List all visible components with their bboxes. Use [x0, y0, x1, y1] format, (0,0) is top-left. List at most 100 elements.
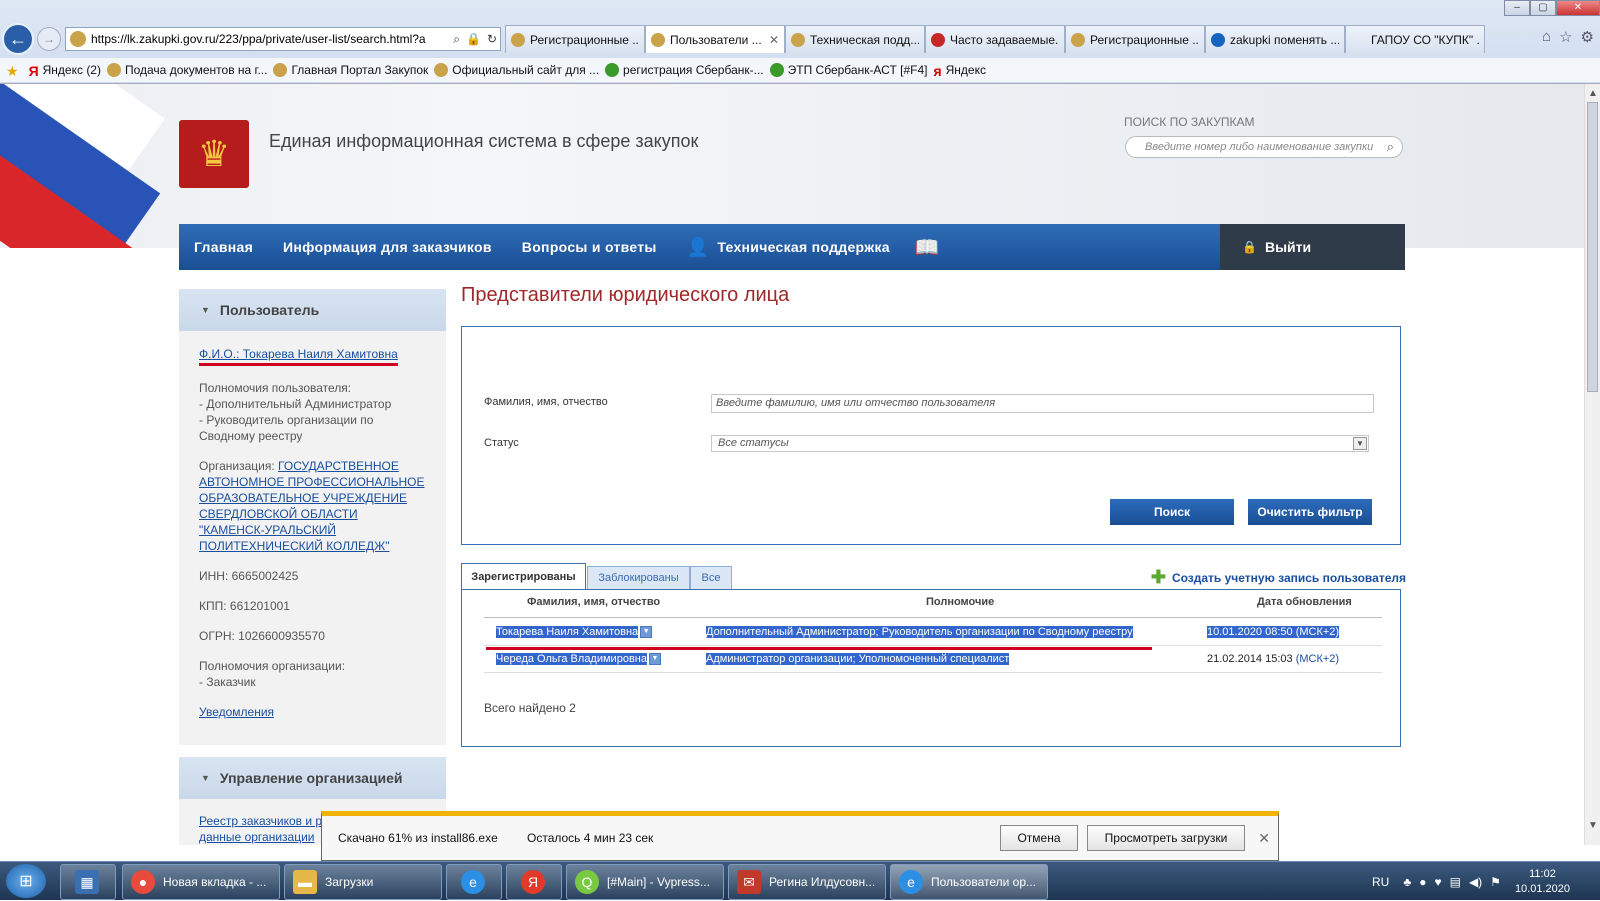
- org-power-item: - Заказчик: [199, 675, 256, 689]
- tab-all[interactable]: Все: [690, 566, 732, 590]
- nav-home[interactable]: Главная: [179, 239, 268, 255]
- settings-gear-icon[interactable]: ⚙: [1581, 28, 1594, 46]
- create-user-link[interactable]: ✚ Создать учетную запись пользователя: [1151, 567, 1406, 588]
- organization-data-link[interactable]: данные организации: [199, 830, 314, 844]
- tray-app-icon[interactable]: ♣: [1403, 875, 1411, 889]
- cancel-download-button[interactable]: Отмена: [1000, 825, 1078, 851]
- favorites-star-icon[interactable]: ☆: [1559, 28, 1572, 46]
- favorite-link[interactable]: регистрация Сбербанк-...: [605, 63, 764, 77]
- dropdown-arrow-icon[interactable]: ▼: [1353, 437, 1367, 450]
- taskbar-item[interactable]: Я: [506, 864, 562, 900]
- fio-filter-input[interactable]: Введите фамилию, имя или отчество пользо…: [711, 394, 1374, 413]
- purchase-search-input[interactable]: Введите номер либо наименование закупки ⌕: [1125, 136, 1403, 158]
- taskbar-pinned-item[interactable]: ▦: [60, 864, 116, 900]
- status-filter-label: Статус: [484, 437, 519, 449]
- taskbar-item[interactable]: ● Новая вкладка - ...: [122, 864, 280, 900]
- bing-icon: [1211, 32, 1225, 47]
- org-management-header[interactable]: ▼ Управление организацией: [179, 757, 446, 799]
- volume-icon[interactable]: ◀): [1469, 875, 1482, 889]
- favorite-link[interactable]: Подача документов на г...: [106, 63, 267, 77]
- browser-tab-active[interactable]: Пользователи ... ✕: [645, 25, 785, 53]
- status-filter-select[interactable]: Все статусы ▼: [711, 435, 1369, 452]
- refresh-icon[interactable]: ↻: [484, 32, 500, 46]
- user-fio-link[interactable]: Ф.И.О.: Токарева Наиля Хамитовна: [199, 346, 398, 366]
- tab-blocked[interactable]: Заблокированы: [587, 566, 690, 590]
- logout-button[interactable]: 🔒 Выйти: [1220, 224, 1405, 270]
- search-icon[interactable]: ⌕: [1387, 139, 1394, 155]
- taskbar-item-active[interactable]: e Пользователи ор...: [890, 864, 1048, 900]
- clock-time: 11:02: [1529, 867, 1556, 880]
- taskbar-item[interactable]: ▬ Загрузки: [284, 864, 442, 900]
- search-button[interactable]: Поиск: [1110, 499, 1234, 525]
- browser-tab[interactable]: ГАПОУ СО "КУПК" ...: [1345, 25, 1485, 53]
- minimize-button[interactable]: –: [1504, 0, 1530, 16]
- coat-of-arms-logo[interactable]: ♛: [179, 120, 249, 188]
- clear-filter-button[interactable]: Очистить фильтр: [1248, 499, 1372, 525]
- favorite-link[interactable]: Главная Портал Закупок: [273, 63, 428, 77]
- close-icon[interactable]: ✕: [1258, 830, 1270, 847]
- favorite-label: Яндекс (2): [42, 63, 101, 77]
- favorite-link[interactable]: Я Яндекс (2): [29, 63, 101, 79]
- nav-qa[interactable]: Вопросы и ответы: [507, 239, 672, 255]
- browser-tab[interactable]: Регистрационные ...: [1065, 25, 1205, 53]
- clock[interactable]: 11:02 10.01.2020: [1515, 867, 1570, 897]
- maximize-button[interactable]: ▢: [1530, 0, 1556, 16]
- url-text[interactable]: https://lk.zakupki.gov.ru/223/ppa/privat…: [91, 32, 450, 46]
- scroll-down-icon[interactable]: ▼: [1588, 820, 1598, 831]
- browser-tab[interactable]: Регистрационные ...: [505, 25, 645, 53]
- emblem-icon: [273, 63, 288, 77]
- search-icon[interactable]: ⌕: [450, 32, 463, 47]
- user-name[interactable]: Череда Ольга Владимировна: [496, 653, 647, 665]
- address-bar[interactable]: https://lk.zakupki.gov.ru/223/ppa/privat…: [65, 27, 501, 51]
- user-panel-body: Ф.И.О.: Токарева Наиля Хамитовна Полномо…: [179, 331, 446, 720]
- taskbar-item[interactable]: Q [#Main] - Vypress...: [566, 864, 724, 900]
- tray-app-icon[interactable]: ♥: [1434, 875, 1441, 889]
- user-name[interactable]: Токарева Наиля Хамитовна: [496, 626, 639, 638]
- search-placeholder: Введите номер либо наименование закупки: [1145, 141, 1374, 153]
- user-name-cell[interactable]: Токарева Наиля Хамитовна ▼: [496, 626, 653, 639]
- user-panel-header[interactable]: ▼ Пользователь: [179, 289, 446, 331]
- user-powers: Полномочия пользователя: - Дополнительны…: [199, 380, 426, 444]
- taskbar-item[interactable]: ✉ Регина Илдусовн...: [728, 864, 886, 900]
- lock-icon[interactable]: 🔒: [463, 32, 484, 46]
- close-tab-icon[interactable]: ✕: [769, 33, 779, 47]
- favorites-add-icon[interactable]: ★: [6, 63, 23, 79]
- view-downloads-button[interactable]: Просмотреть загрузки: [1087, 825, 1245, 851]
- row-menu-dropdown-icon[interactable]: ▼: [648, 653, 661, 666]
- network-icon[interactable]: ▤: [1450, 875, 1461, 889]
- table-row[interactable]: Череда Ольга Владимировна ▼ Администратор…: [484, 646, 1382, 673]
- row-menu-dropdown-icon[interactable]: ▼: [640, 626, 653, 639]
- nav-tech-support[interactable]: 👤 Техническая поддержка: [672, 237, 905, 258]
- browser-tab[interactable]: Часто задаваемые...: [925, 25, 1065, 53]
- favorite-link[interactable]: Официальный сайт для ...: [434, 63, 599, 77]
- vertical-scrollbar[interactable]: ▲ ▼: [1584, 84, 1600, 845]
- table-row[interactable]: Токарева Наиля Хамитовна ▼ Дополнительный…: [484, 619, 1382, 646]
- book-search-icon[interactable]: 📖: [915, 235, 940, 260]
- close-window-button[interactable]: ✕: [1556, 0, 1600, 16]
- tray-skype-icon[interactable]: ●: [1419, 875, 1426, 889]
- organization-link[interactable]: ГОСУДАРСТВЕННОЕ АВТОНОМНОЕ ПРОФЕССИОНАЛЬ…: [199, 459, 424, 553]
- favorite-link[interactable]: я Яндекс: [933, 63, 986, 79]
- user-name-cell[interactable]: Череда Ольга Владимировна ▼: [496, 653, 661, 666]
- taskbar-item[interactable]: e: [446, 864, 502, 900]
- scroll-thumb[interactable]: [1587, 102, 1598, 392]
- home-icon[interactable]: ⌂: [1542, 28, 1551, 46]
- notifications-link[interactable]: Уведомления: [199, 705, 274, 719]
- browser-tab[interactable]: Техническая подд...: [785, 25, 925, 53]
- scroll-up-icon[interactable]: ▲: [1588, 88, 1598, 99]
- browser-tab[interactable]: zakupki поменять ...: [1205, 25, 1345, 53]
- nav-customer-info[interactable]: Информация для заказчиков: [268, 239, 507, 255]
- folder-icon: ▬: [293, 870, 317, 894]
- forward-button[interactable]: →: [37, 27, 61, 51]
- start-button[interactable]: ⊞: [6, 864, 46, 898]
- collapse-chevron-icon: ▼: [201, 305, 210, 315]
- user-panel-title: Пользователь: [219, 302, 320, 318]
- sberbank-icon: [605, 63, 620, 77]
- back-button[interactable]: ←: [2, 23, 34, 55]
- favorite-link[interactable]: ЭТП Сбербанк-АСТ [#F4]: [769, 63, 927, 77]
- flag-icon[interactable]: ⚑: [1490, 875, 1501, 889]
- language-indicator[interactable]: RU: [1372, 875, 1389, 889]
- user-role-cell: Дополнительный Администратор; Руководите…: [706, 626, 1133, 638]
- tab-registered[interactable]: Зарегистрированы: [461, 563, 586, 589]
- customer-registry-link[interactable]: Реестр заказчиков и р: [199, 814, 322, 828]
